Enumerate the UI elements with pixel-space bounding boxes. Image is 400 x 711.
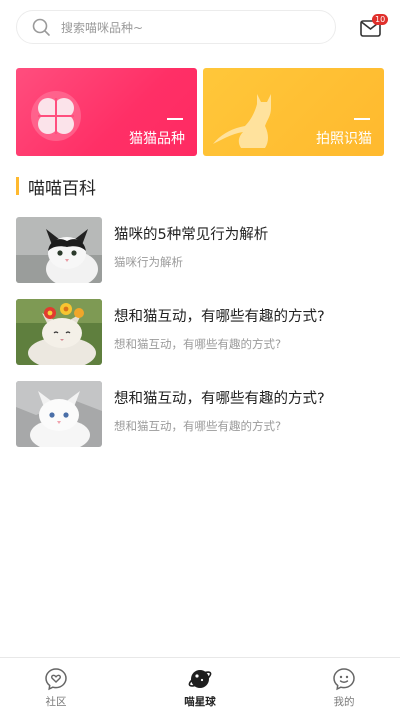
app-screen: 搜索喵咪品种~ 10 猫猫品种 拍照识猫 喵喵百科 猫咪的5种常见行为解析 猫咪… bbox=[0, 0, 400, 711]
article-subtitle: 想和猫互动，有哪些有趣的方式? bbox=[114, 419, 282, 433]
article-subtitle: 想和猫互动，有哪些有趣的方式? bbox=[114, 337, 282, 351]
article-title: 想和猫互动，有哪些有趣的方式? bbox=[114, 391, 325, 407]
photo-identify-label: 拍照识猫 bbox=[316, 131, 372, 147]
cat-photo-thumbnail bbox=[16, 381, 102, 447]
article-subtitle: 猫咪行为解析 bbox=[114, 255, 183, 269]
heart-chat-icon bbox=[45, 668, 67, 691]
article-item[interactable]: 想和猫互动，有哪些有趣的方式? 想和猫互动，有哪些有趣的方式? bbox=[16, 381, 384, 447]
top-bar: 搜索喵咪品种~ 10 bbox=[0, 0, 400, 56]
cat-photo-thumbnail bbox=[16, 299, 102, 365]
nav-item-planet[interactable]: 喵星球 bbox=[160, 658, 240, 711]
cat-breeds-card[interactable]: 猫猫品种 bbox=[16, 68, 197, 156]
photo-identify-card[interactable]: 拍照识猫 bbox=[203, 68, 384, 156]
cat-silhouette-icon bbox=[213, 94, 271, 148]
nav-label: 我的 bbox=[333, 696, 355, 708]
nav-label: 喵星球 bbox=[184, 696, 216, 708]
nav-item-mine[interactable]: 我的 bbox=[304, 658, 384, 711]
card-dash bbox=[354, 118, 370, 120]
card-dash bbox=[167, 118, 183, 120]
smile-face-icon bbox=[333, 668, 355, 691]
nav-label: 社区 bbox=[45, 696, 67, 708]
search-placeholder: 搜索喵咪品种~ bbox=[61, 20, 144, 35]
section-title: 喵喵百科 bbox=[16, 176, 96, 199]
search-input[interactable]: 搜索喵咪品种~ bbox=[16, 10, 336, 44]
section-title-text: 喵喵百科 bbox=[28, 178, 96, 199]
article-title: 猫咪的5种常见行为解析 bbox=[114, 227, 269, 243]
nav-item-community[interactable]: 社区 bbox=[16, 658, 96, 711]
search-icon bbox=[32, 18, 50, 36]
section-accent-bar bbox=[16, 177, 19, 195]
article-item[interactable]: 猫咪的5种常见行为解析 猫咪行为解析 bbox=[16, 217, 384, 283]
article-title: 想和猫互动，有哪些有趣的方式? bbox=[114, 309, 325, 325]
cat-photo-thumbnail bbox=[16, 217, 102, 283]
cat-breeds-label: 猫猫品种 bbox=[129, 131, 185, 147]
clover-icon bbox=[31, 91, 81, 141]
message-badge: 10 bbox=[372, 14, 389, 25]
planet-icon bbox=[188, 670, 212, 688]
article-item[interactable]: 想和猫互动，有哪些有趣的方式? 想和猫互动，有哪些有趣的方式? bbox=[16, 299, 384, 365]
bottom-nav: 社区 喵星球 我的 bbox=[0, 657, 400, 711]
